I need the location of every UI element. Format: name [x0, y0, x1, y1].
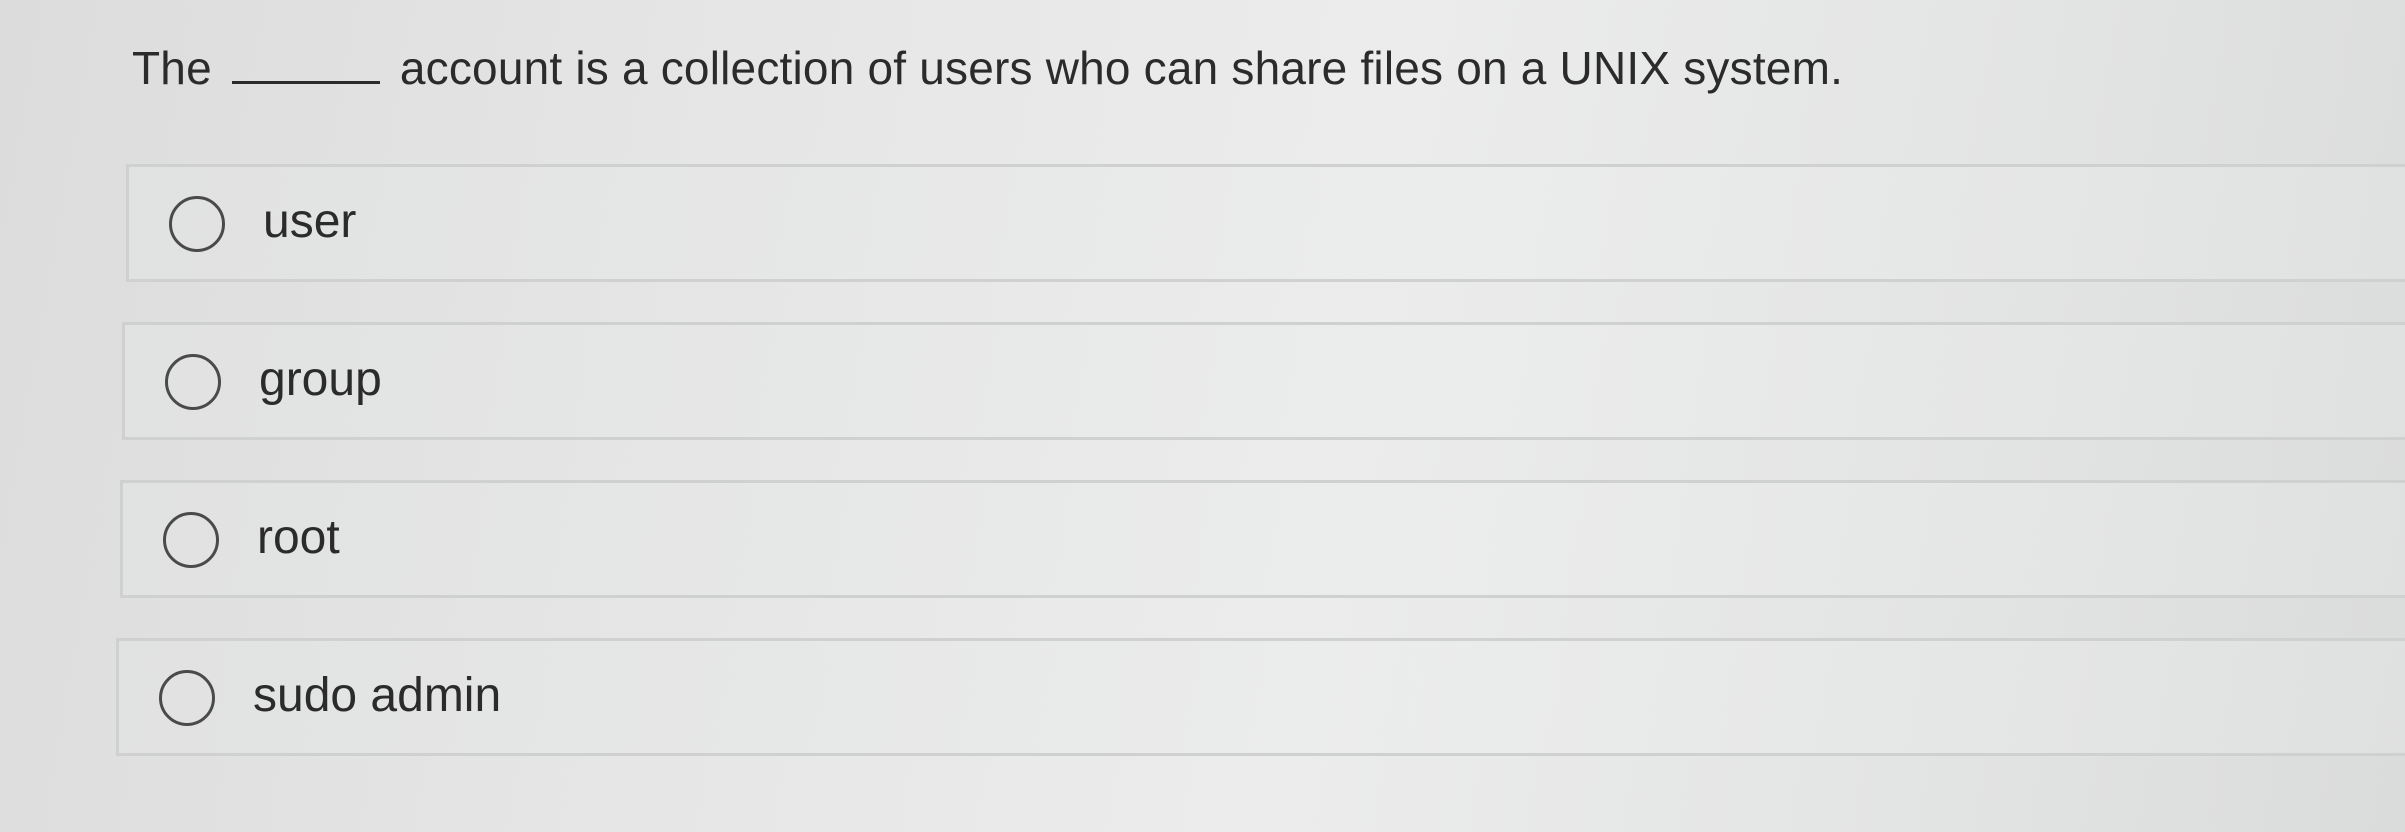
answer-option-user[interactable]: user: [126, 164, 2405, 282]
radio-button-icon[interactable]: [163, 512, 219, 568]
radio-button-icon[interactable]: [169, 196, 225, 252]
answer-option-sudo-admin[interactable]: sudo admin: [116, 638, 2405, 756]
answer-option-label: group: [259, 353, 382, 406]
answer-option-root[interactable]: root: [120, 480, 2405, 598]
answer-option-group[interactable]: group: [122, 322, 2405, 440]
radio-button-icon[interactable]: [159, 670, 215, 726]
answer-option-label: user: [263, 195, 357, 248]
answer-options: user group root sudo admin: [0, 0, 2405, 832]
radio-button-icon[interactable]: [165, 354, 221, 410]
answer-option-label: sudo admin: [253, 669, 502, 722]
answer-option-label: root: [257, 511, 340, 564]
